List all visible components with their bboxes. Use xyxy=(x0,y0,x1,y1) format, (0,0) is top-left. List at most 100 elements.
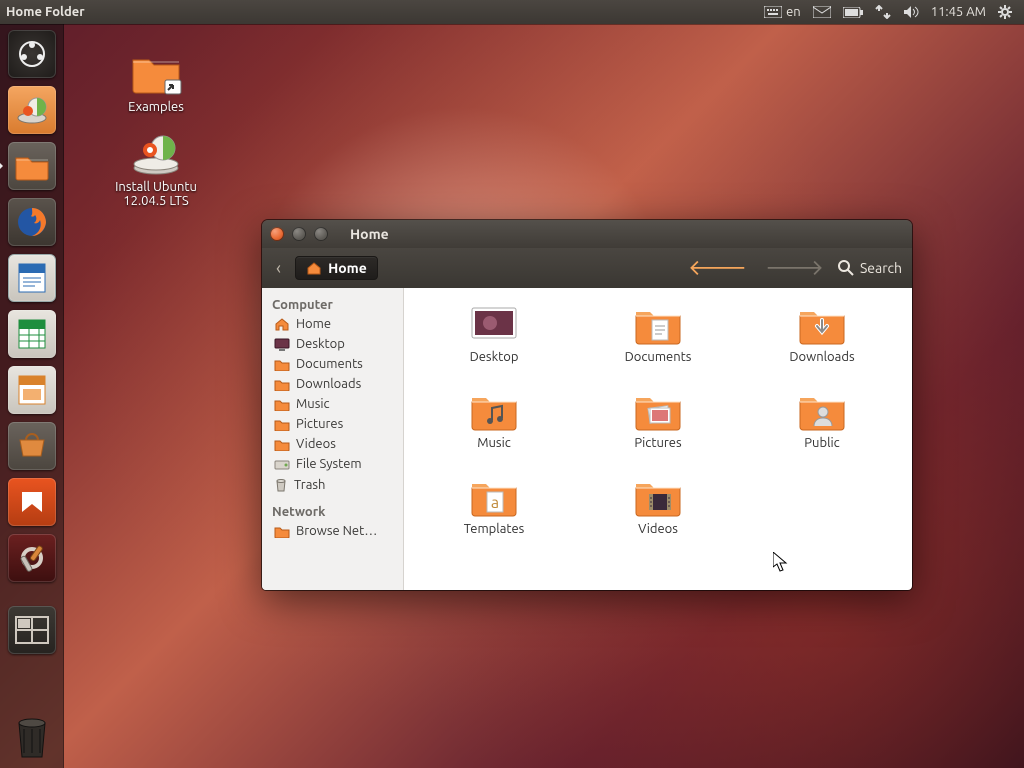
file-item-downloads[interactable]: Downloads xyxy=(752,302,892,388)
launcher-workspace-switcher[interactable] xyxy=(6,604,58,656)
desktop-icon-installer[interactable]: Install Ubuntu 12.04.5 LTS xyxy=(96,128,216,208)
file-item-label: Public xyxy=(752,436,892,450)
file-item-desktop[interactable]: Desktop xyxy=(424,302,564,388)
volume-icon xyxy=(903,5,919,19)
window-title: Home xyxy=(350,226,389,242)
sidebar-item-label: Documents xyxy=(296,357,363,371)
path-back-small[interactable]: ‹ xyxy=(272,258,285,278)
file-item-label: Music xyxy=(424,436,564,450)
sidebar-item-trash[interactable]: Trash xyxy=(262,474,403,495)
launcher-settings[interactable] xyxy=(6,532,58,584)
sidebar-item-browse-network[interactable]: Browse Net… xyxy=(262,521,403,541)
session-indicator[interactable] xyxy=(992,5,1018,19)
battery-icon xyxy=(843,7,863,18)
file-item-label: Templates xyxy=(424,522,564,536)
file-item-videos[interactable]: Videos xyxy=(588,474,728,560)
file-item-label: Pictures xyxy=(588,436,728,450)
keyboard-lang-label: en xyxy=(786,5,801,19)
folder-pic-icon xyxy=(632,388,684,432)
clock[interactable]: 11:45 AM xyxy=(925,5,992,19)
window-maximize-button[interactable] xyxy=(314,227,328,241)
file-manager-toolbar: ‹ Home 🡐 🡒 Search xyxy=(262,248,912,288)
mouse-cursor xyxy=(773,552,789,572)
window-titlebar[interactable]: Home xyxy=(262,220,912,248)
desktop-thumb-icon xyxy=(468,302,520,346)
sidebar-item-videos[interactable]: Videos xyxy=(262,434,403,454)
desktop-icon-label: Examples xyxy=(96,100,216,114)
sidebar-item-label: Desktop xyxy=(296,337,345,351)
keyboard-icon xyxy=(764,6,782,18)
file-item-label: Documents xyxy=(588,350,728,364)
folder-tmpl-icon: a xyxy=(468,474,520,518)
search-button[interactable]: Search xyxy=(838,260,902,276)
folder-public-icon xyxy=(796,388,848,432)
launcher-firefox[interactable] xyxy=(6,196,58,248)
network-indicator[interactable] xyxy=(869,5,897,19)
network-updown-icon xyxy=(875,5,891,19)
sidebar-item-label: Trash xyxy=(294,478,325,492)
active-app-title: Home Folder xyxy=(6,5,85,19)
sidebar-item-label: File System xyxy=(296,457,362,471)
launcher-ubuntu-one[interactable] xyxy=(6,476,58,528)
file-item-documents[interactable]: Documents xyxy=(588,302,728,388)
sidebar-item-filesystem[interactable]: File System xyxy=(262,454,403,474)
launcher-impress[interactable] xyxy=(6,364,58,416)
sidebar-item-label: Home xyxy=(296,317,331,331)
file-item-label: Desktop xyxy=(424,350,564,364)
sidebar-item-home[interactable]: Home xyxy=(262,314,403,334)
file-manager-window: Home ‹ Home 🡐 🡒 Search Computer Home Desk… xyxy=(262,220,912,590)
path-segment-label: Home xyxy=(328,260,367,276)
svg-text:a: a xyxy=(491,494,499,512)
search-label: Search xyxy=(860,260,902,276)
sound-indicator[interactable] xyxy=(897,5,925,19)
battery-indicator[interactable] xyxy=(837,7,869,18)
top-panel: Home Folder en 11:45 AM xyxy=(0,0,1024,24)
home-icon xyxy=(306,261,322,275)
launcher-writer[interactable] xyxy=(6,252,58,304)
launcher-software-center[interactable] xyxy=(6,420,58,472)
file-manager-iconview[interactable]: Desktop Documents Downloads Music Pictures Pu… xyxy=(404,288,912,590)
nav-back-button[interactable]: 🡐 xyxy=(684,255,751,281)
file-item-label: Downloads xyxy=(752,350,892,364)
sidebar-item-desktop[interactable]: Desktop xyxy=(262,334,403,354)
launcher-trash[interactable] xyxy=(6,710,58,762)
path-segment-home[interactable]: Home xyxy=(295,256,378,280)
launcher-dash[interactable] xyxy=(6,28,58,80)
folder-down-icon xyxy=(796,302,848,346)
window-close-button[interactable] xyxy=(270,227,284,241)
sidebar-item-music[interactable]: Music xyxy=(262,394,403,414)
launcher-files[interactable] xyxy=(6,140,58,192)
sidebar-item-label: Pictures xyxy=(296,417,343,431)
sidebar-item-label: Videos xyxy=(296,437,336,451)
file-item-public[interactable]: Public xyxy=(752,388,892,474)
folder-vid-icon xyxy=(632,474,684,518)
file-manager-sidebar: Computer Home Desktop Documents Downloads Mu… xyxy=(262,288,404,590)
file-item-pictures[interactable]: Pictures xyxy=(588,388,728,474)
nav-forward-button[interactable]: 🡒 xyxy=(761,255,828,281)
installer-icon xyxy=(129,128,183,176)
sidebar-item-downloads[interactable]: Downloads xyxy=(262,374,403,394)
unity-launcher xyxy=(0,24,64,768)
desktop-icon-examples[interactable]: Examples xyxy=(96,48,216,114)
clock-label: 11:45 AM xyxy=(931,5,986,19)
launcher-disk-utility[interactable] xyxy=(6,84,58,136)
sidebar-item-label: Music xyxy=(296,397,330,411)
file-item-music[interactable]: Music xyxy=(424,388,564,474)
sidebar-item-documents[interactable]: Documents xyxy=(262,354,403,374)
desktop-icon-label: Install Ubuntu 12.04.5 LTS xyxy=(96,180,216,208)
sidebar-header-network: Network xyxy=(262,501,403,521)
file-item-templates[interactable]: a Templates xyxy=(424,474,564,560)
sidebar-item-pictures[interactable]: Pictures xyxy=(262,414,403,434)
messages-indicator[interactable] xyxy=(807,6,837,18)
file-item-label: Videos xyxy=(588,522,728,536)
keyboard-indicator[interactable]: en xyxy=(758,5,807,19)
mail-icon xyxy=(813,6,831,18)
folder-music-icon xyxy=(468,388,520,432)
sidebar-item-label: Downloads xyxy=(296,377,361,391)
folder-link-icon xyxy=(129,48,183,96)
gear-icon xyxy=(998,5,1012,19)
sidebar-header-computer: Computer xyxy=(262,294,403,314)
window-minimize-button[interactable] xyxy=(292,227,306,241)
launcher-calc[interactable] xyxy=(6,308,58,360)
search-icon xyxy=(838,260,854,276)
